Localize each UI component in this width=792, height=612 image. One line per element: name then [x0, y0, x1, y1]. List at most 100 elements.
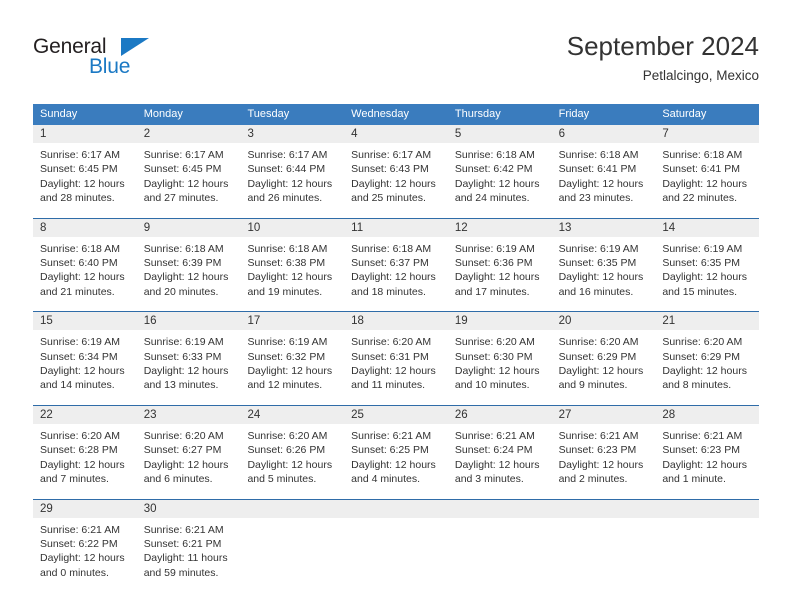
calendar-day-cell[interactable]: 3 Sunrise: 6:17 AM Sunset: 6:44 PM Daylight…	[240, 125, 345, 206]
day-details: Sunrise: 6:17 AM Sunset: 6:44 PM Daylight:…	[240, 143, 344, 206]
day-details	[552, 518, 656, 523]
calendar-day-cell[interactable]: 20 Sunrise: 6:20 AM Sunset: 6:29 PM Dayligh…	[551, 312, 656, 393]
day-detail-line: Sunset: 6:34 PM	[40, 350, 118, 363]
calendar-grid: Sunday Monday Tuesday Wednesday Thursday Frid…	[33, 104, 760, 581]
calendar-day-cell[interactable]: 5 Sunrise: 6:18 AM Sunset: 6:42 PM Daylight…	[447, 125, 552, 206]
day-number: 9	[136, 218, 241, 237]
calendar-day-cell[interactable]: 14 Sunrise: 6:19 AM Sunset: 6:35 PM Dayligh…	[655, 218, 760, 300]
day-detail-line: Sunrise: 6:19 AM	[454, 242, 535, 255]
day-detail-line: and 14 minutes.	[40, 379, 115, 392]
day-details: Sunrise: 6:20 AM Sunset: 6:29 PM Daylight:…	[552, 330, 656, 393]
general-blue-logo[interactable]: General Blue	[33, 36, 233, 88]
day-number	[447, 499, 552, 518]
day-number: 6	[551, 125, 656, 143]
calendar-day-cell[interactable]: 10 Sunrise: 6:18 AM Sunset: 6:38 PM Dayligh…	[240, 218, 345, 300]
location-subtitle: Petlalcingo, Mexico	[642, 68, 759, 83]
day-detail-line: Sunset: 6:42 PM	[454, 163, 533, 176]
day-detail-line: Daylight: 12 hours	[558, 177, 644, 190]
day-detail-line: Daylight: 12 hours	[558, 271, 644, 284]
calendar-day-cell[interactable]: 21 Sunrise: 6:20 AM Sunset: 6:29 PM Dayligh…	[655, 312, 760, 393]
day-detail-line: Daylight: 12 hours	[351, 177, 436, 190]
day-detail-line: Sunrise: 6:21 AM	[454, 429, 535, 442]
day-detail-line: Daylight: 12 hours	[454, 177, 540, 190]
day-number: 8	[33, 218, 137, 237]
calendar-week-row: 1 Sunrise: 6:17 AM Sunset: 6:45 PM Daylight…	[33, 125, 760, 206]
day-detail-line: Sunset: 6:21 PM	[143, 537, 222, 550]
calendar-day-cell[interactable]: 26 Sunrise: 6:21 AM Sunset: 6:24 PM Dayligh…	[447, 405, 552, 487]
day-detail-line: Sunrise: 6:18 AM	[143, 242, 224, 255]
day-details: Sunrise: 6:21 AM Sunset: 6:22 PM Daylight:…	[33, 518, 137, 581]
day-detail-line: Sunset: 6:23 PM	[558, 444, 637, 457]
day-detail-line: and 7 minutes.	[40, 473, 109, 486]
day-number: 3	[240, 125, 345, 143]
calendar-day-cell[interactable]: 11 Sunrise: 6:18 AM Sunset: 6:37 PM Dayligh…	[344, 218, 448, 300]
calendar-day-cell[interactable]: 18 Sunrise: 6:20 AM Sunset: 6:31 PM Dayligh…	[344, 312, 448, 393]
day-detail-line: Daylight: 12 hours	[143, 458, 229, 471]
day-detail-line: Sunrise: 6:21 AM	[558, 429, 639, 442]
day-details	[344, 518, 448, 523]
day-detail-line: Sunset: 6:40 PM	[40, 257, 118, 270]
calendar-day-cell[interactable]: 8 Sunrise: 6:18 AM Sunset: 6:40 PM Daylight…	[33, 218, 137, 300]
calendar-day-cell[interactable]: 24 Sunrise: 6:20 AM Sunset: 6:26 PM Dayligh…	[240, 405, 345, 487]
calendar-day-cell[interactable]: 30 Sunrise: 6:21 AM Sunset: 6:21 PM Dayligh…	[136, 499, 241, 581]
triangle-flag-icon	[121, 38, 149, 56]
day-detail-line: Daylight: 12 hours	[662, 365, 747, 378]
weekday-header-monday: Monday	[143, 108, 183, 120]
calendar-day-cell[interactable]: 2 Sunrise: 6:17 AM Sunset: 6:45 PM Daylight…	[136, 125, 241, 206]
calendar-day-cell[interactable]: 19 Sunrise: 6:20 AM Sunset: 6:30 PM Dayligh…	[447, 312, 552, 393]
day-detail-line: Sunset: 6:27 PM	[143, 444, 222, 457]
day-detail-line: Daylight: 12 hours	[662, 177, 747, 190]
day-detail-line: Sunrise: 6:18 AM	[662, 149, 743, 161]
day-detail-line: Sunset: 6:44 PM	[247, 163, 326, 176]
day-number: 12	[447, 218, 552, 237]
day-detail-line: Daylight: 12 hours	[247, 365, 333, 378]
day-detail-line: Sunrise: 6:21 AM	[143, 523, 224, 536]
day-detail-line: Daylight: 12 hours	[351, 365, 436, 378]
calendar-weeks: 1 Sunrise: 6:17 AM Sunset: 6:45 PM Daylight…	[33, 125, 760, 581]
calendar-day-cell[interactable]: 15 Sunrise: 6:19 AM Sunset: 6:34 PM Dayligh…	[33, 312, 137, 393]
day-detail-line: Sunrise: 6:20 AM	[454, 336, 535, 349]
week-spacer	[33, 205, 759, 218]
calendar-day-cell[interactable]: 9 Sunrise: 6:18 AM Sunset: 6:39 PM Daylight…	[136, 218, 241, 300]
day-number: 24	[240, 405, 345, 424]
day-detail-line: and 22 minutes.	[662, 192, 738, 205]
day-details: Sunrise: 6:18 AM Sunset: 6:41 PM Daylight:…	[552, 143, 656, 206]
day-number: 30	[136, 499, 241, 518]
calendar-day-cell[interactable]: 6 Sunrise: 6:18 AM Sunset: 6:41 PM Daylight…	[551, 125, 656, 206]
page-title: September 2024	[566, 31, 759, 61]
week-spacer	[33, 392, 759, 405]
day-number: 13	[551, 218, 656, 237]
day-details: Sunrise: 6:17 AM Sunset: 6:45 PM Daylight:…	[33, 143, 137, 206]
calendar-day-cell[interactable]: 1 Sunrise: 6:17 AM Sunset: 6:45 PM Daylight…	[33, 125, 137, 206]
day-detail-line: and 12 minutes.	[247, 379, 323, 392]
day-number: 11	[344, 218, 448, 237]
day-detail-line: Daylight: 12 hours	[40, 365, 125, 378]
calendar-day-cell[interactable]: 16 Sunrise: 6:19 AM Sunset: 6:33 PM Dayligh…	[136, 312, 241, 393]
day-detail-line: Sunset: 6:36 PM	[454, 257, 533, 270]
calendar-day-cell[interactable]: 12 Sunrise: 6:19 AM Sunset: 6:36 PM Dayligh…	[447, 218, 552, 300]
calendar-day-cell[interactable]: 22 Sunrise: 6:20 AM Sunset: 6:28 PM Dayligh…	[33, 405, 137, 487]
calendar-day-cell[interactable]: 29 Sunrise: 6:21 AM Sunset: 6:22 PM Dayligh…	[33, 499, 137, 581]
calendar-day-cell[interactable]: 7 Sunrise: 6:18 AM Sunset: 6:41 PM Daylight…	[655, 125, 760, 206]
calendar-day-cell[interactable]: 27 Sunrise: 6:21 AM Sunset: 6:23 PM Dayligh…	[551, 405, 656, 487]
day-detail-line: and 27 minutes.	[143, 192, 219, 205]
day-details: Sunrise: 6:18 AM Sunset: 6:38 PM Daylight:…	[240, 237, 344, 300]
calendar-day-cell[interactable]: 25 Sunrise: 6:21 AM Sunset: 6:25 PM Dayligh…	[344, 405, 448, 487]
day-detail-line: Sunset: 6:22 PM	[40, 537, 118, 550]
calendar-day-cell[interactable]: 4 Sunrise: 6:17 AM Sunset: 6:43 PM Daylight…	[344, 125, 448, 206]
day-details	[448, 518, 552, 523]
day-details: Sunrise: 6:18 AM Sunset: 6:42 PM Daylight:…	[448, 143, 552, 206]
day-detail-line: and 21 minutes.	[40, 285, 115, 298]
day-number: 17	[240, 312, 345, 331]
weekday-header-row: Sunday Monday Tuesday Wednesday Thursday Frid…	[33, 104, 759, 125]
calendar-day-cell[interactable]: 13 Sunrise: 6:19 AM Sunset: 6:35 PM Dayligh…	[551, 218, 656, 300]
calendar-day-cell[interactable]: 17 Sunrise: 6:19 AM Sunset: 6:32 PM Dayligh…	[240, 312, 345, 393]
day-detail-line: Sunset: 6:41 PM	[662, 163, 740, 176]
calendar-day-cell[interactable]: 23 Sunrise: 6:20 AM Sunset: 6:27 PM Dayligh…	[136, 405, 241, 487]
day-detail-line: Sunset: 6:35 PM	[662, 257, 740, 270]
day-detail-line: Daylight: 12 hours	[247, 177, 333, 190]
calendar-day-cell[interactable]: 28 Sunrise: 6:21 AM Sunset: 6:23 PM Dayligh…	[655, 405, 760, 487]
day-detail-line: Sunrise: 6:17 AM	[351, 149, 432, 161]
day-detail-line: Sunset: 6:45 PM	[40, 163, 118, 176]
day-details: Sunrise: 6:21 AM Sunset: 6:23 PM Daylight:…	[655, 424, 759, 487]
